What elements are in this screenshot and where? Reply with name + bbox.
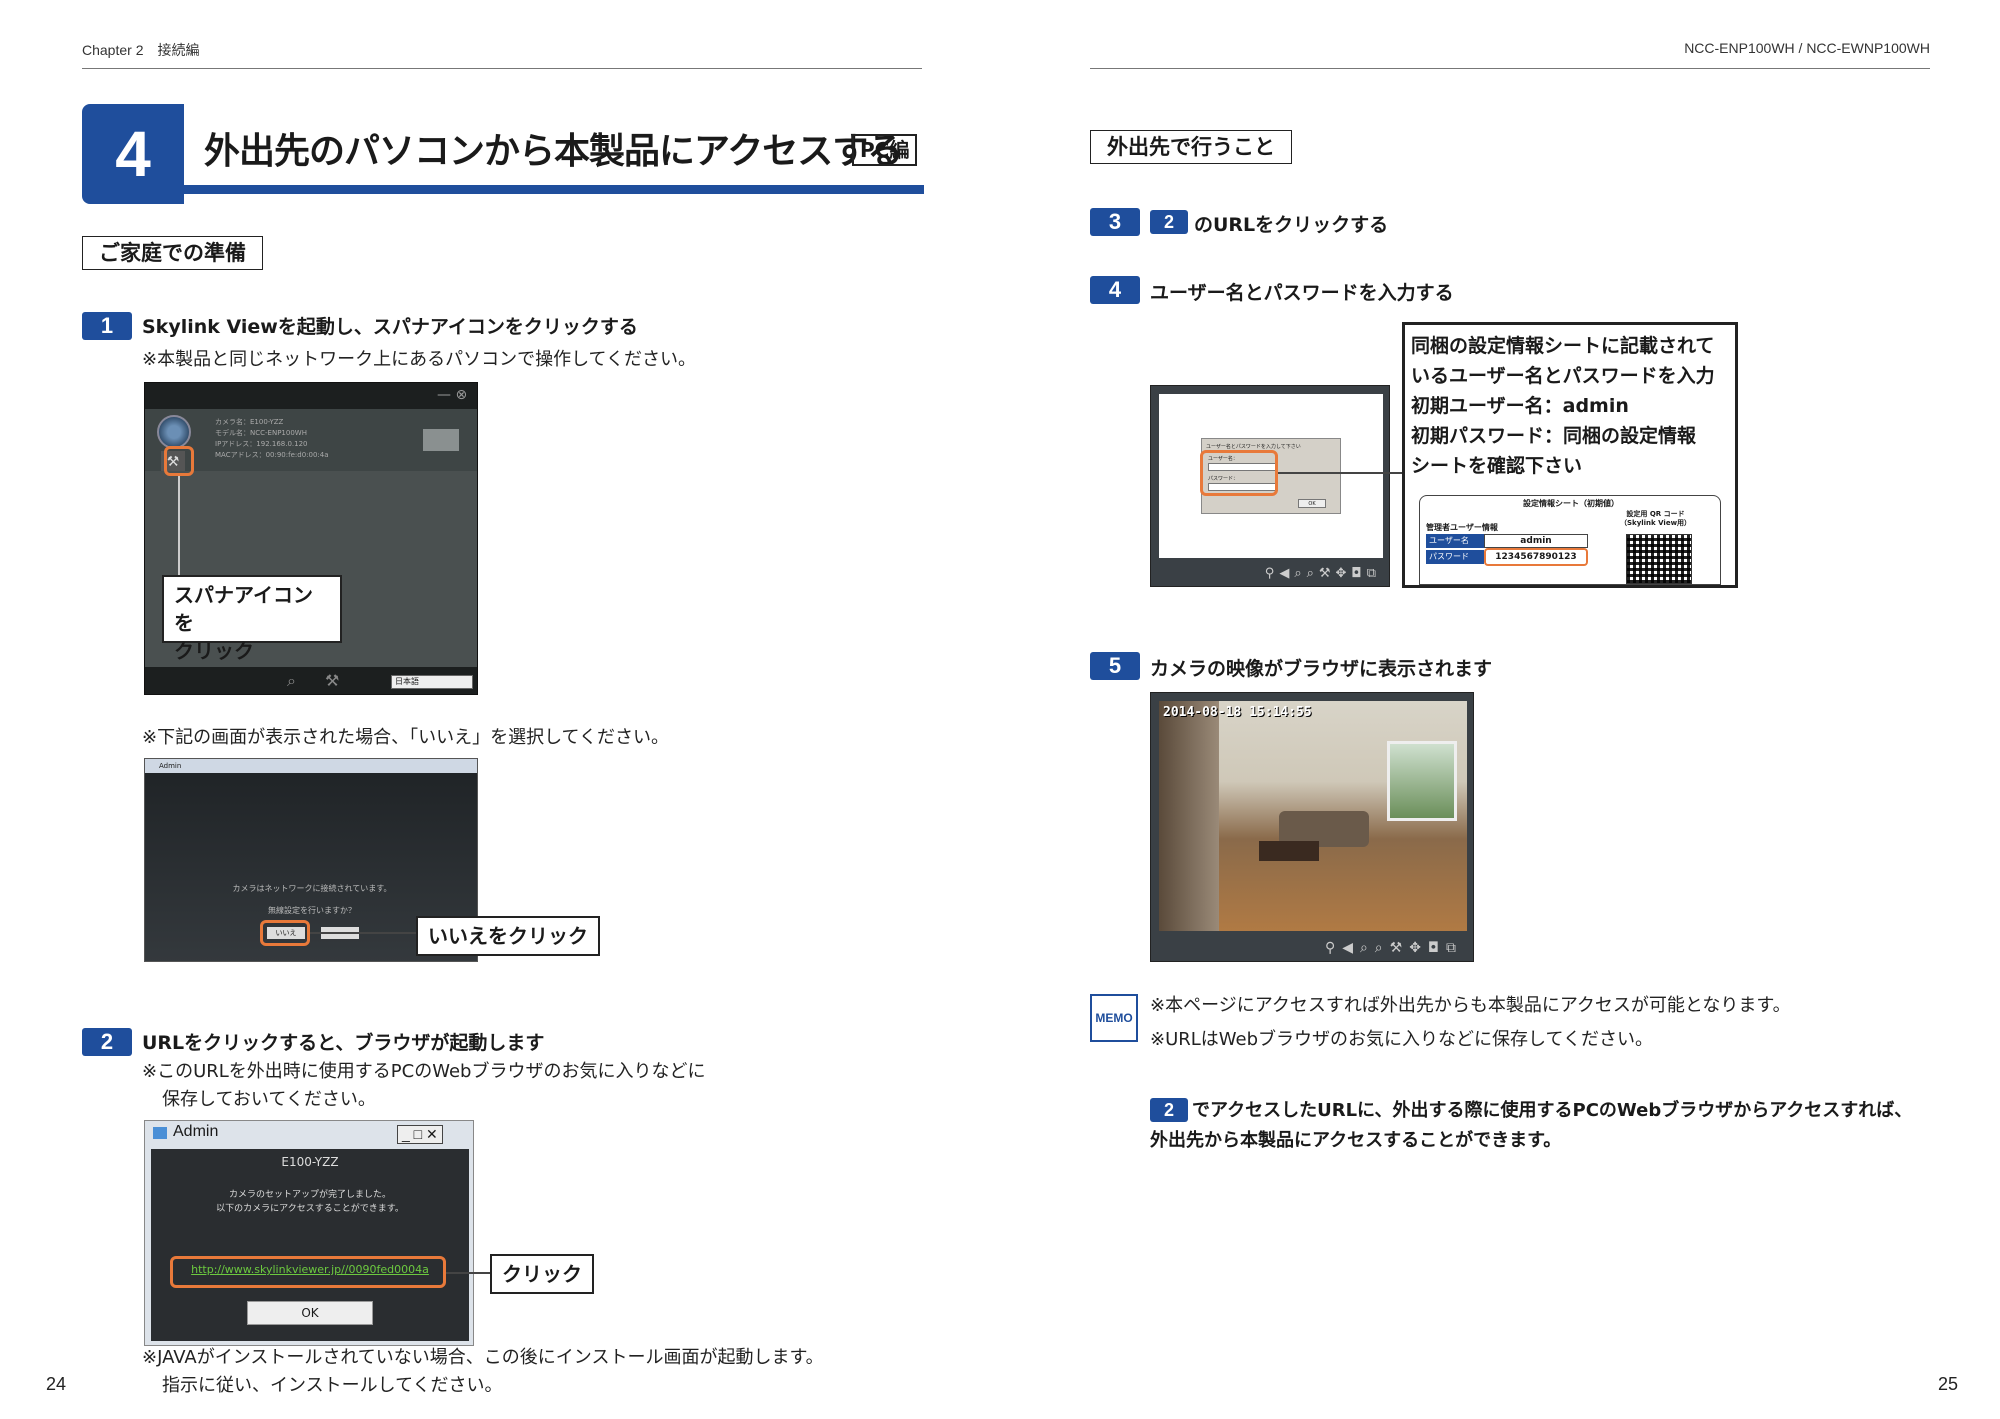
qr-label2: （Skylink View用） (1620, 519, 1692, 527)
qr-label1: 設定用 QR コード (1626, 510, 1685, 518)
no-highlight (260, 920, 310, 946)
window (1387, 741, 1457, 821)
callout-no: いいえをクリック (416, 916, 600, 956)
login-ok-button[interactable]: OK (1298, 499, 1326, 508)
final-ref-badge: 2 (1150, 1098, 1188, 1122)
header-right: NCC-ENP100WH / NCC-EWNP100WH (1684, 40, 1930, 56)
pc-tag: PC編 (852, 134, 918, 166)
sheet-title: 設定情報シート（初期値） (1523, 499, 1619, 508)
callout-leader-3 (446, 1272, 492, 1274)
camera-thumb (423, 429, 459, 451)
callout-leader-4 (1278, 472, 1404, 474)
callout-wrench-line1: スパナアイコンを (174, 583, 313, 635)
camera-lens-icon (157, 415, 191, 449)
setup-msg1: カメラのセットアップが完了しました。 (228, 1190, 391, 1200)
section-outside: 外出先で行うこと (1090, 130, 1292, 164)
callout-click: クリック (490, 1254, 594, 1294)
callout-wrench: スパナアイコンを クリック (162, 575, 342, 663)
step3-badge: 3 (1090, 208, 1140, 236)
wrench-highlight (164, 446, 194, 476)
dialog-msg2: 無線設定を行いますか？ (268, 906, 356, 915)
url-highlight (170, 1256, 446, 1288)
java-note1: ※JAVAがインストールされていない場合、この後にインストール画面が起動します。 (142, 1347, 824, 1368)
page-number-right: 25 (1937, 1374, 1958, 1394)
header-rule-left (82, 68, 922, 69)
memo-line2: ※URLはWebブラウザのお気に入りなどに保存してください。 (1150, 1029, 1653, 1050)
sheet-pass-key: パスワード (1426, 550, 1484, 564)
dialog-msg1: カメラはネットワークに接続されています。 (232, 884, 392, 893)
mac-address: MACアドレス：00:90:fe:d0:00:4a (215, 451, 329, 459)
final-line1: でアクセスしたURLに、外出する際に使用するPCのWebブラウザからアクセスすれ… (1192, 1100, 1913, 1121)
step4-title: ユーザー名とパスワードを入力する (1150, 282, 1454, 304)
camera-image: 2014-08-18 15:14:55 (1159, 701, 1467, 931)
step1-note: ※本製品と同じネットワーク上にあるパソコンで操作してください。 (142, 349, 696, 370)
settings-wrench-icon[interactable]: ⚒ (325, 671, 339, 690)
qr-code-icon (1626, 534, 1692, 584)
table (1259, 841, 1319, 861)
final-line2: 外出先から本製品にアクセスすることができます。 (1150, 1130, 1562, 1151)
skylink-titlebar (145, 383, 477, 409)
sheet-admin-label: 管理者ユーザー情報 (1426, 523, 1498, 532)
login-prompt: ユーザー名とパスワードを入力して下さい (1206, 444, 1301, 450)
camera-id: E100-YZZ (281, 1155, 339, 1169)
step3-title: のURLをクリックする (1194, 214, 1389, 236)
java-note2: 指示に従い、インストールしてください。 (162, 1375, 503, 1396)
language-select[interactable]: 日本語 (391, 675, 473, 689)
chapter-number: 4 (82, 104, 184, 204)
chapter-title: 外出先のパソコンから本製品にアクセスする (204, 131, 903, 172)
camera-name: カメラ名：E100-YZZ (215, 418, 284, 426)
admin-dialog-url: Admin _ □ ✕ E100-YZZ カメラのセットアップが完了しました。 … (144, 1120, 474, 1346)
close-icon[interactable]: — ⊗ (437, 387, 467, 403)
callout-leader-1 (178, 476, 180, 576)
callout-wrench-line2: クリック (174, 639, 254, 663)
admin-title: Admin (173, 1123, 219, 1140)
pass-highlight (1484, 548, 1588, 566)
credential-info-box: 同梱の設定情報シートに記載されて いるユーザー名とパスワードを入力 初期ユーザー… (1402, 322, 1738, 588)
sheet-user-val: admin (1484, 534, 1588, 548)
model-name: モデル名：NCC-ENP100WH (215, 429, 307, 437)
viewer-toolbar-icons[interactable]: ⚲◀⌕⌕⚒✥◘⧉ (1151, 560, 1389, 586)
ok-button[interactable]: OK (247, 1301, 373, 1325)
admin-titlebar: Admin (145, 759, 477, 773)
step3-ref-badge: 2 (1150, 210, 1188, 234)
step5-title: カメラの映像がブラウザに表示されます (1150, 658, 1493, 680)
section-home-prep: ご家庭での準備 (82, 236, 263, 270)
memo-icon: MEMO (1090, 994, 1138, 1042)
ip-address: IPアドレス：192.168.0.120 (215, 440, 308, 448)
app-icon (153, 1127, 167, 1139)
step1-badge: 1 (82, 312, 132, 340)
camera-view-screenshot: 2014-08-18 15:14:55 ⚲◀⌕⌕⚒✥◘⧉ (1150, 692, 1474, 962)
step2-note2: 保存しておいてください。 (162, 1089, 376, 1110)
page-number-left: 24 (46, 1374, 67, 1394)
step2-title: URLをクリックすると、ブラウザが起動します (142, 1032, 545, 1054)
camera-toolbar-icons[interactable]: ⚲◀⌕⌕⚒✥◘⧉ (1151, 933, 1473, 961)
box-line5: シートを確認下さい (1411, 455, 1583, 477)
note-select-no: ※下記の画面が表示された場合、「いいえ」を選択してください。 (142, 727, 669, 748)
memo-line1: ※本ページにアクセスすれば外出先からも本製品にアクセスが可能となります。 (1150, 995, 1791, 1016)
header-rule-right (1090, 68, 1930, 69)
box-line4: 初期パスワード：同梱の設定情報 (1411, 425, 1697, 447)
settings-sheet: 設定情報シート（初期値） 管理者ユーザー情報 設定用 QR コード （Skyli… (1419, 495, 1721, 585)
callout-leader-2 (310, 932, 418, 934)
window-controls[interactable]: _ □ ✕ (397, 1125, 443, 1144)
header-left: Chapter 2 接続編 (82, 42, 200, 58)
chapter-underline (184, 185, 924, 194)
search-icon[interactable]: ⌕ (287, 671, 296, 691)
step5-badge: 5 (1090, 652, 1140, 680)
step2-badge: 2 (82, 1028, 132, 1056)
box-line1: 同梱の設定情報シートに記載されて (1411, 335, 1715, 357)
box-line2: いるユーザー名とパスワードを入力 (1411, 365, 1715, 387)
camera-timestamp: 2014-08-18 15:14:55 (1163, 705, 1312, 720)
setup-msg2: 以下のカメラにアクセスすることができます。 (216, 1204, 404, 1214)
login-highlight (1200, 450, 1278, 496)
step1-title: Skylink Viewを起動し、スパナアイコンをクリックする (142, 316, 638, 338)
step4-badge: 4 (1090, 276, 1140, 304)
step2-note1: ※このURLを外出時に使用するPCのWebブラウザのお気に入りなどに (142, 1061, 706, 1082)
sheet-user-key: ユーザー名 (1426, 534, 1484, 548)
box-line3: 初期ユーザー名：admin (1411, 395, 1629, 417)
